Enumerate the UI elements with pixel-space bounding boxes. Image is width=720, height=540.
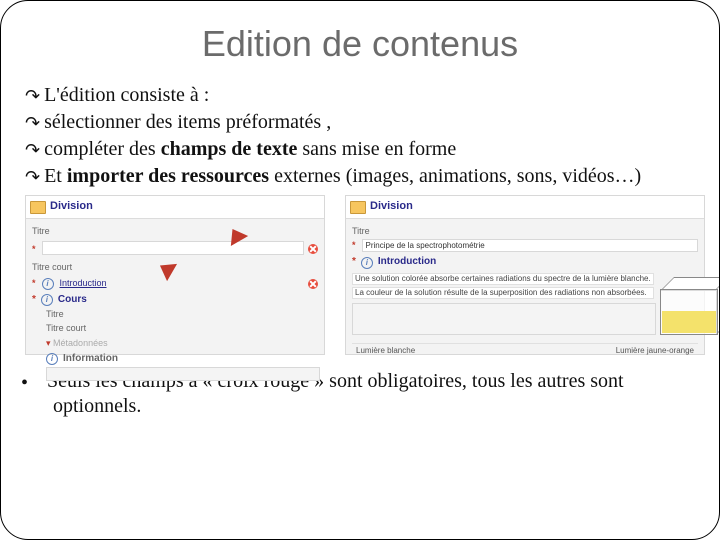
required-star-icon: * [352,240,356,251]
section-info: i Information [46,353,318,366]
field-titre-r[interactable]: Principe de la spectrophotométrie [362,239,698,252]
right-content: Une solution colorée absorbe certaines r… [352,271,698,339]
caption-left: Lumière blanche [356,346,415,356]
row-titre: * [32,239,318,259]
panel-body-left: Titre * Titre court * i Introduction [26,219,324,389]
bullet-l2-b: ↷ compléter des champs de texte sans mis… [25,137,695,162]
required-star-icon: * [32,278,36,289]
panel-header-left-label: Division [50,200,93,214]
text-strong: importer des ressources [67,165,269,187]
red-cross-icon [308,244,318,254]
cours-sub: Titre Titre court ▾ Métadonnées i Inform… [46,309,318,381]
slide-body: ↷ L'édition consiste à : ↷ sélectionner … [25,83,695,419]
info-icon: i [46,353,58,365]
text-line-2: La couleur de la solution résulte de la … [352,287,654,299]
section-intro-r: * i Introduction [352,256,698,269]
link-introduction[interactable]: Introduction [60,278,107,289]
field-info[interactable] [46,367,320,381]
section-info-label: Information [63,353,118,366]
field-titre[interactable] [42,241,304,255]
sub-titre: Titre [46,309,318,320]
bullet-l2-c: ↷ Et importer des ressources externes (i… [25,164,695,189]
slide-frame: Edition de contenus ↷ L'édition consiste… [0,0,720,540]
figure-right-panel: Division Titre * Principe de la spectrop… [345,195,705,355]
slide-title: Edition de contenus [25,23,695,65]
panel-header-right-label: Division [370,200,413,214]
sub-meta-text: Métadonnées [53,338,108,348]
row-intro-link: * i Introduction [32,278,318,290]
text-frag: externes (images, animations, sons, vidé… [269,165,641,187]
text-strong: champs de texte [161,138,298,160]
text-line-1: Une solution colorée absorbe certaines r… [352,273,654,285]
figure-left-panel: Division Titre * Titre court * i Introdu… [25,195,325,355]
sub-titrecourt: Titre court [46,323,318,334]
panel-header-left: Division [26,196,324,219]
section-intro-r-label: Introduction [378,256,436,269]
right-text-block: Une solution colorée absorbe certaines r… [352,271,654,339]
bullet-l2-a: ↷ sélectionner des items préformatés , [25,110,695,135]
figure-row: e u pas Division Titre * Titre court [25,195,695,355]
field-empty[interactable] [352,303,656,335]
label-titre: Titre [32,226,318,237]
section-cours: * i Cours [32,294,318,307]
swirl-bullet-icon: ↷ [25,139,40,162]
sub-meta: ▾ Métadonnées [46,338,318,349]
swirl-bullet-icon: ↷ [25,166,40,189]
bullet-l2-c-text: Et importer des ressources externes (ima… [44,164,641,189]
bullet-l1-intro: ↷ L'édition consiste à : [25,83,695,108]
required-star-icon: * [352,256,356,269]
row-titre-r: * Principe de la spectrophotométrie [352,239,698,252]
panel-header-right: Division [346,196,704,219]
section-cours-label: Cours [58,294,87,307]
caption-row: Lumière blanche Lumière jaune-orange [352,343,698,358]
required-star-icon: * [32,294,36,307]
info-icon: i [361,257,373,269]
info-icon: i [42,278,54,290]
bullet-l2-a-text: sélectionner des items préformatés , [44,110,331,135]
text-frag: Et [44,165,67,187]
text-frag: compléter des [44,138,161,160]
cube-icon [660,277,720,337]
bullet-l2-b-text: compléter des champs de texte sans mise … [44,137,456,162]
cube-illustration [660,271,720,339]
folder-icon [30,201,46,214]
swirl-bullet-icon: ↷ [25,112,40,135]
text-frag: sans mise en forme [297,138,456,160]
info-icon: i [41,294,53,306]
required-star-icon: * [32,244,36,255]
red-cross-icon [308,279,318,289]
label-titre-r: Titre [352,226,698,237]
bullet-l1-intro-text: L'édition consiste à : [44,83,209,108]
swirl-bullet-icon: ↷ [25,85,40,108]
caption-right: Lumière jaune-orange [616,346,694,356]
folder-icon [350,201,366,214]
panel-body-right: Titre * Principe de la spectrophotométri… [346,219,704,362]
